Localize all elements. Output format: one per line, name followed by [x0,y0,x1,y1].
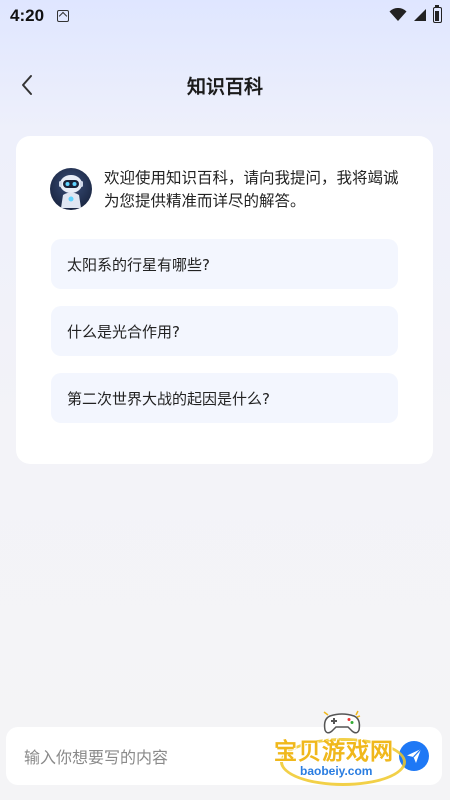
robot-avatar-icon [50,168,92,210]
send-icon [407,748,422,763]
input-bar [6,727,442,787]
header: 知识百科 [0,60,450,110]
suggestion-item[interactable]: 什么是光合作用? [51,306,398,356]
status-time: 4:20 [10,6,45,25]
suggestion-item[interactable]: 太阳系的行星有哪些? [51,239,398,289]
send-button[interactable] [399,741,429,771]
status-indicators [389,5,442,23]
welcome-message: 欢迎使用知识百科，请向我提问，我将竭诚为您提供精准而详尽的解答。 [104,169,399,210]
message-input[interactable] [22,727,386,787]
page-title: 知识百科 [186,76,263,98]
status-bar: 4:20 [0,0,450,32]
chat-card: 欢迎使用知识百科，请向我提问，我将竭诚为您提供精准而详尽的解答。 太阳系的行星有… [16,136,433,464]
signal-icon [414,9,426,21]
notification-icon [57,10,69,22]
battery-icon [433,5,442,23]
suggestion-item[interactable]: 第二次世界大战的起因是什么? [51,373,398,423]
wifi-icon [389,8,407,21]
